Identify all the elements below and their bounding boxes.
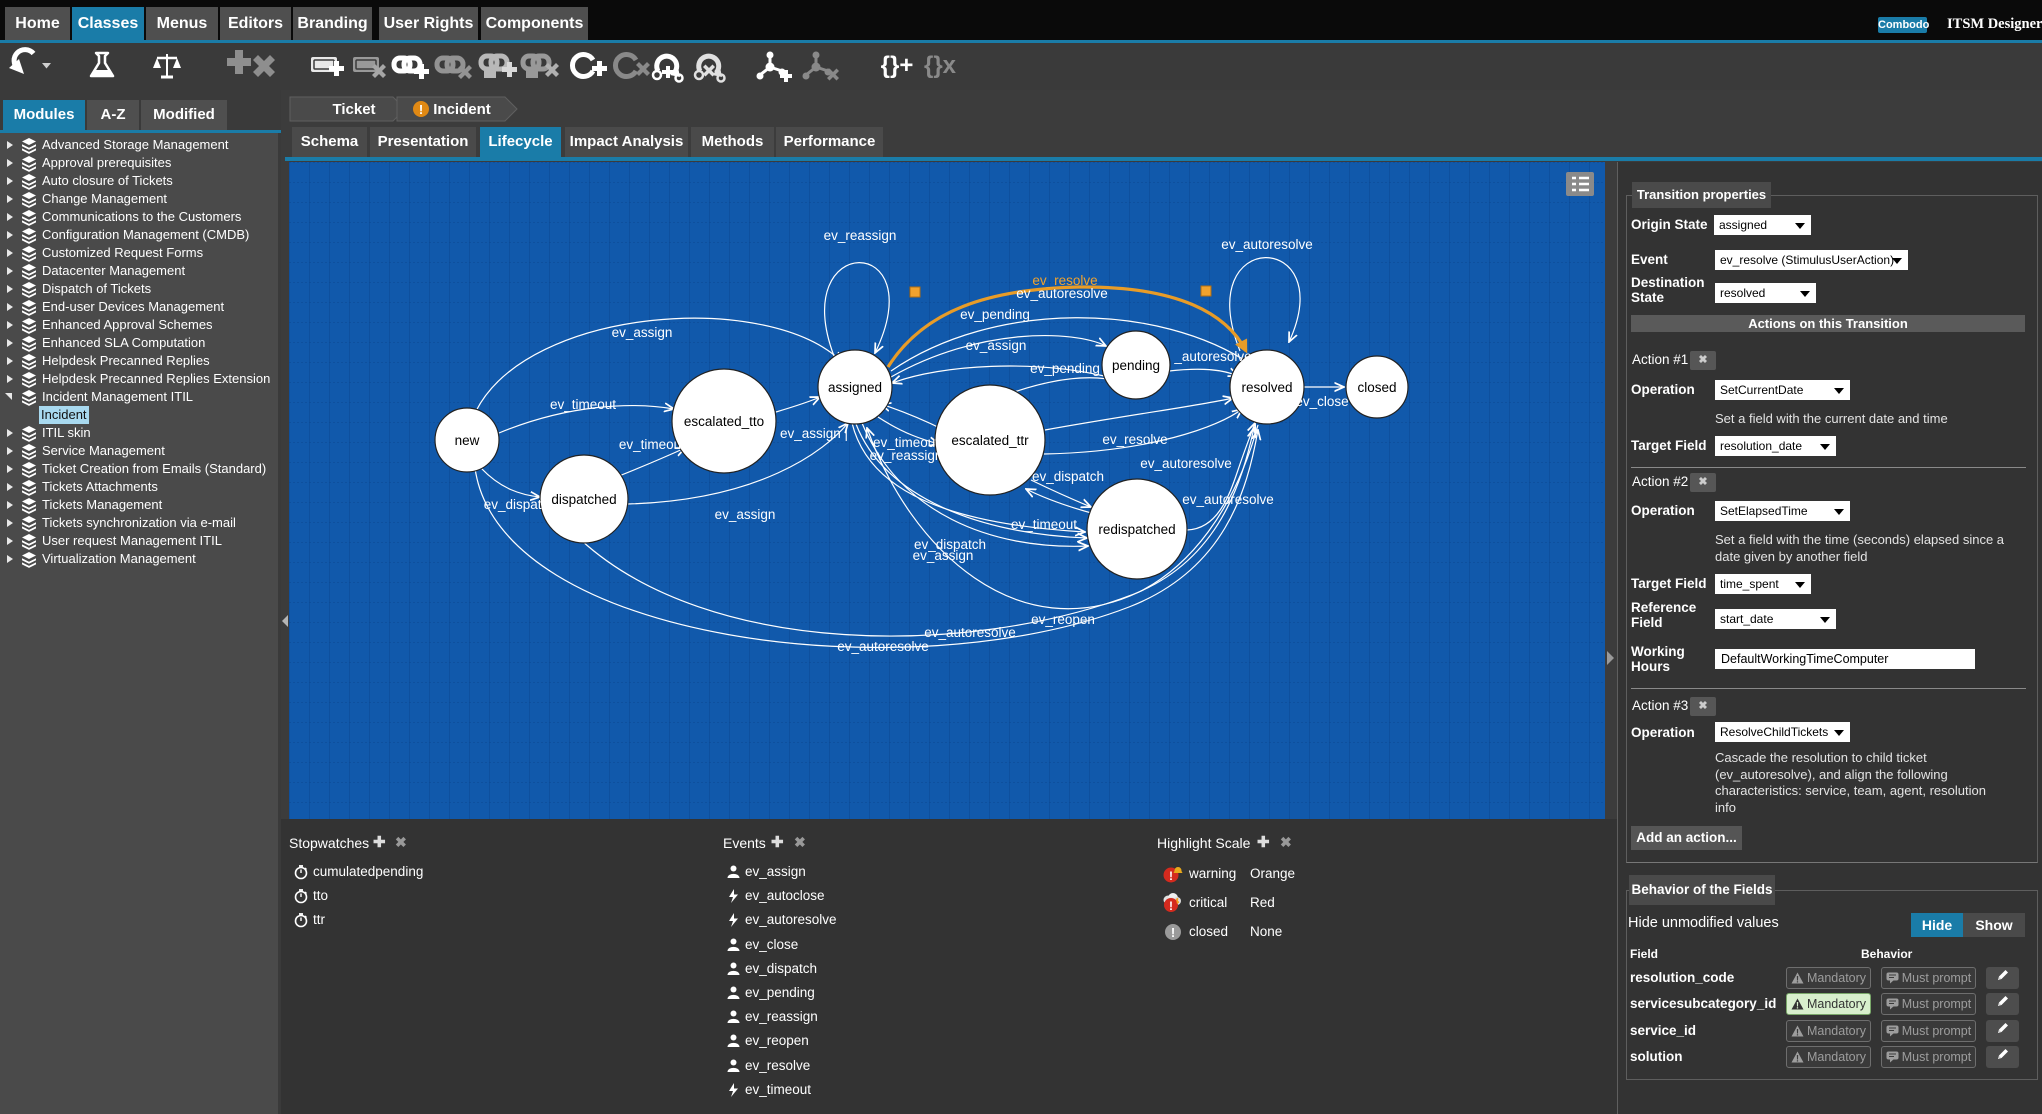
svg-text:closed: closed — [1357, 380, 1396, 395]
svg-text:ev_pending: ev_pending — [1030, 361, 1100, 376]
svg-text:ev_autoresolve: ev_autoresolve — [1140, 456, 1232, 471]
svg-text:ev_timeout: ev_timeout — [1011, 517, 1077, 532]
svg-text:redispatched: redispatched — [1098, 522, 1175, 537]
svg-text:ev_assign: ev_assign — [913, 548, 974, 563]
svg-text:{}+: {}+ — [881, 52, 914, 79]
svg-text:pending: pending — [1112, 358, 1160, 373]
svg-text:ev_assign |: ev_assign | — [780, 426, 848, 441]
svg-text:ev_reopen: ev_reopen — [1031, 612, 1095, 627]
svg-text:ev_assign: ev_assign — [612, 325, 673, 340]
svg-text:ev_autoresolve: ev_autoresolve — [837, 639, 929, 654]
svg-text:ev_reassign: ev_reassign — [870, 448, 943, 463]
svg-text:escalated_ttr: escalated_ttr — [951, 433, 1029, 448]
svg-text:ev_autoresolve: ev_autoresolve — [924, 625, 1016, 640]
svg-text:ev_reassign: ev_reassign — [824, 228, 897, 243]
svg-text:Incident: Incident — [433, 101, 491, 118]
svg-text:!: ! — [1796, 1054, 1799, 1064]
svg-text:_autoresolve: _autoresolve — [1173, 349, 1251, 364]
svg-text:ev_assign: ev_assign — [715, 507, 776, 522]
svg-text:new: new — [455, 433, 480, 448]
svg-text:ev_assign: ev_assign — [966, 338, 1027, 353]
svg-text:ev_dispatc: ev_dispatc — [484, 497, 549, 512]
svg-text:ev_resolve: ev_resolve — [1102, 432, 1167, 447]
svg-text:ev_close: ev_close — [1295, 394, 1348, 409]
svg-text:!: ! — [1169, 899, 1173, 913]
svg-text:resolved: resolved — [1241, 380, 1292, 395]
svg-text:ev_autoresolve: ev_autoresolve — [1182, 492, 1274, 507]
svg-text:!: ! — [1796, 1028, 1799, 1038]
svg-text:ev_autoresolve: ev_autoresolve — [1016, 286, 1108, 301]
svg-text:ev_dispatch: ev_dispatch — [1032, 469, 1104, 484]
svg-text:!: ! — [1796, 1001, 1799, 1011]
svg-text:dispatched: dispatched — [551, 492, 616, 507]
svg-text:Ticket: Ticket — [332, 101, 375, 118]
svg-text:ev_timeout: ev_timeout — [550, 397, 616, 412]
svg-text:!: ! — [419, 102, 423, 117]
svg-text:{}x: {}x — [924, 52, 957, 79]
svg-text:ev_autoresolve: ev_autoresolve — [1221, 237, 1313, 252]
svg-text:!: ! — [1169, 869, 1173, 883]
svg-text:ev_timeou: ev_timeou — [619, 437, 681, 452]
svg-text:ev_pending: ev_pending — [960, 307, 1030, 322]
svg-text:!: ! — [1171, 925, 1175, 940]
svg-text:assigned: assigned — [828, 380, 882, 395]
svg-text:!: ! — [1796, 975, 1799, 985]
svg-text:escalated_tto: escalated_tto — [684, 414, 764, 429]
